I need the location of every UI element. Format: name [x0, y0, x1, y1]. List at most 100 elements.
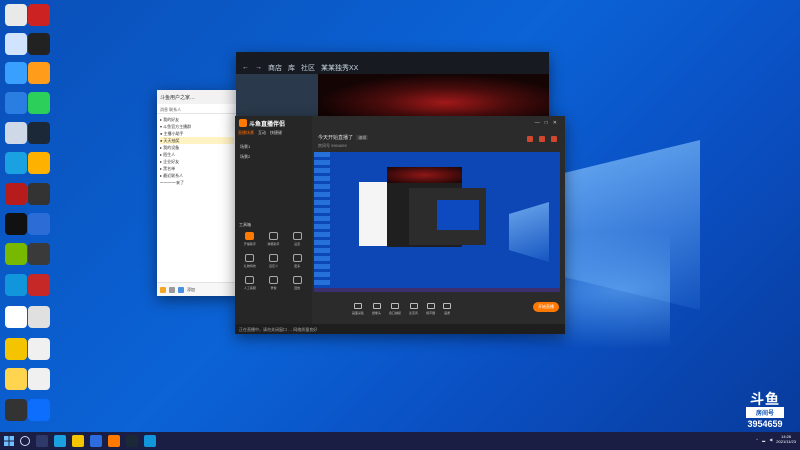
- edge-icon[interactable]: [5, 152, 27, 174]
- drive-icon[interactable]: [5, 122, 27, 144]
- speaker-button[interactable]: 扬声器: [426, 303, 435, 315]
- app-icon[interactable]: [28, 399, 50, 421]
- message-icon[interactable]: [539, 136, 545, 142]
- steam-icon[interactable]: [28, 122, 50, 144]
- nav-library[interactable]: 库: [288, 63, 295, 73]
- qq-taskbar-icon[interactable]: [144, 435, 156, 447]
- epic-games-icon[interactable]: [5, 213, 27, 235]
- douyu-watermark: 斗鱼 房间号 3954659: [742, 392, 788, 429]
- folder-icon[interactable]: [28, 62, 50, 84]
- douyu-window[interactable]: 斗鱼直播伴侣 直播场景 互动 快捷键 场景1 场景2 工具箱 开播助手 弹幕助手…: [235, 116, 565, 334]
- nvidia-icon[interactable]: [5, 243, 27, 265]
- douyu-taskbar-icon[interactable]: [108, 435, 120, 447]
- qq-window[interactable]: 斗鱼用户之家… 消息 联系人 ▸ 我的好友 ▾ 斗鱼官方主播群 ● 主播小助手 …: [157, 90, 237, 296]
- window-capture-button[interactable]: 窗口捕捉: [389, 303, 401, 315]
- capture-button[interactable]: 画面采集: [352, 303, 364, 315]
- gift-icon[interactable]: [527, 136, 533, 142]
- scene-item[interactable]: 场景2: [240, 152, 307, 162]
- chevron-up-icon[interactable]: ^: [756, 437, 758, 442]
- tree-item[interactable]: ● 主播小助手: [160, 130, 234, 137]
- tree-item[interactable]: ～～～～来了: [160, 179, 234, 186]
- forward-icon[interactable]: →: [255, 64, 262, 71]
- add-button[interactable]: 添加: [187, 287, 195, 293]
- window-controls: — □ ✕: [535, 120, 557, 126]
- game-banner[interactable]: [318, 74, 549, 122]
- recycle-bin-icon[interactable]: [5, 4, 27, 26]
- tool-item[interactable]: 回放: [285, 276, 309, 290]
- network-icon[interactable]: [5, 62, 27, 84]
- app-icon[interactable]: [5, 306, 27, 328]
- nav-community[interactable]: 社区: [301, 63, 315, 73]
- document-icon[interactable]: [28, 338, 50, 360]
- edit-title-button[interactable]: 编辑: [356, 135, 369, 140]
- tree-item[interactable]: ▸ 陌生人: [160, 151, 234, 158]
- minimize-button[interactable]: —: [535, 120, 540, 126]
- app-icon[interactable]: [28, 4, 50, 26]
- app-icon[interactable]: [5, 399, 27, 421]
- steam-taskbar-icon[interactable]: [126, 435, 138, 447]
- tool-item[interactable]: 开播助手: [238, 232, 262, 246]
- maximize-button[interactable]: □: [545, 120, 548, 126]
- store-icon[interactable]: [90, 435, 102, 447]
- wechat-icon[interactable]: [28, 92, 50, 114]
- app-icon[interactable]: [5, 183, 27, 205]
- quality-button[interactable]: 画质: [443, 303, 452, 315]
- qq-tabs[interactable]: 消息 联系人: [157, 104, 237, 114]
- computer-icon[interactable]: [5, 33, 27, 55]
- tree-item[interactable]: ● 天天抽奖: [160, 137, 234, 144]
- tool-item[interactable]: 人工客服: [238, 276, 262, 290]
- close-button[interactable]: ✕: [553, 120, 557, 126]
- stream-preview[interactable]: [314, 152, 560, 292]
- volume-icon[interactable]: ◀: [769, 437, 772, 442]
- back-icon[interactable]: ←: [242, 64, 249, 71]
- control-panel-icon[interactable]: [5, 92, 27, 114]
- tool-item[interactable]: 录像: [262, 276, 286, 290]
- app-icon[interactable]: [28, 306, 50, 328]
- nav-store[interactable]: 商店: [268, 63, 282, 73]
- tab-hotkeys[interactable]: 快捷键: [270, 130, 282, 140]
- tree-item[interactable]: ▸ 我的好友: [160, 116, 234, 123]
- settings-icon[interactable]: [169, 286, 175, 293]
- clock[interactable]: 14:26 2021/11/23: [776, 434, 796, 444]
- tree-item[interactable]: ▾ 斗鱼官方主播群: [160, 123, 234, 130]
- tool-item[interactable]: 设置: [285, 232, 309, 246]
- douyu-icon[interactable]: [28, 152, 50, 174]
- steam-window[interactable]: ← → 商店 库 社区 某某独秀XX: [236, 52, 549, 122]
- app-icon[interactable]: [5, 368, 27, 390]
- watermark-label: 房间号: [746, 407, 784, 418]
- network-tray-icon[interactable]: ▂: [762, 437, 765, 442]
- app-icon[interactable]: [28, 274, 50, 296]
- edge-icon[interactable]: [54, 435, 66, 447]
- steam-nav: ← → 商店 库 社区 某某独秀XX: [236, 61, 549, 74]
- menu-icon[interactable]: [160, 286, 166, 293]
- scene-item[interactable]: 场景1: [240, 142, 307, 152]
- start-live-button[interactable]: 开始直播: [533, 302, 559, 312]
- shop-icon[interactable]: [551, 136, 557, 142]
- tree-item[interactable]: ▸ 我的设备: [160, 144, 234, 151]
- tree-item[interactable]: ▸ 企业好友: [160, 158, 234, 165]
- app-icon[interactable]: [28, 183, 50, 205]
- tab-scenes[interactable]: 直播场景: [238, 130, 254, 140]
- contact-tree: ▸ 我的好友 ▾ 斗鱼官方主播群 ● 主播小助手 ● 天天抽奖 ▸ 我的设备 ▸…: [157, 114, 237, 188]
- tool-item[interactable]: 更多: [285, 254, 309, 268]
- microphone-button[interactable]: 麦克风: [409, 303, 418, 315]
- game-icon[interactable]: [28, 33, 50, 55]
- nav-profile[interactable]: 某某独秀XX: [321, 63, 358, 73]
- qq-icon[interactable]: [5, 274, 27, 296]
- app-icon[interactable]: [28, 243, 50, 265]
- tree-item[interactable]: ▸ 黑名单: [160, 165, 234, 172]
- search-icon[interactable]: [20, 436, 30, 446]
- start-button[interactable]: [2, 434, 16, 448]
- tool-item[interactable]: 礼物特效: [238, 254, 262, 268]
- tab-interact[interactable]: 互动: [258, 130, 266, 140]
- camera-button[interactable]: 摄像头: [372, 303, 381, 315]
- app-icon[interactable]: [28, 213, 50, 235]
- app-icon[interactable]: [5, 338, 27, 360]
- tree-item[interactable]: ▸ 最近联系人: [160, 172, 234, 179]
- task-view-icon[interactable]: [36, 435, 48, 447]
- tool-item[interactable]: 自定义: [262, 254, 286, 268]
- file-explorer-icon[interactable]: [72, 435, 84, 447]
- tool-item[interactable]: 弹幕助手: [262, 232, 286, 246]
- document-icon[interactable]: [28, 368, 50, 390]
- file-icon[interactable]: [178, 286, 184, 293]
